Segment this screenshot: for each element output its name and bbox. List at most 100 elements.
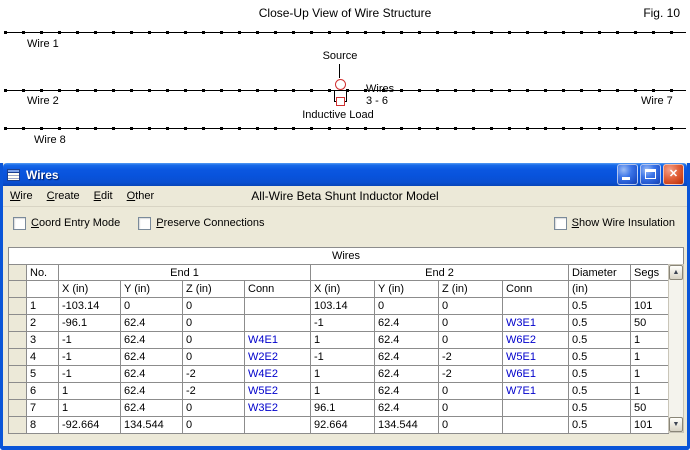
grid-cell[interactable]: 0.5 (569, 332, 631, 349)
grid-cell[interactable]: 1 (631, 332, 669, 349)
grid-cell[interactable]: 0 (183, 349, 245, 366)
grid-cell[interactable]: -96.1 (59, 315, 121, 332)
grid-cell[interactable]: 62.4 (375, 383, 439, 400)
grid-cell[interactable]: W4E2 (245, 366, 311, 383)
menu-other[interactable]: Other (120, 190, 162, 202)
grid-cell[interactable] (503, 298, 569, 315)
row-selector[interactable] (9, 383, 27, 400)
scroll-down-button[interactable]: ▼ (669, 417, 683, 432)
grid-cell[interactable]: W3E2 (245, 400, 311, 417)
grid-cell[interactable]: 2 (27, 315, 59, 332)
grid-cell[interactable] (245, 417, 311, 434)
grid-cell[interactable]: 1 (59, 400, 121, 417)
row-selector[interactable] (9, 298, 27, 315)
grid-cell[interactable]: 0.5 (569, 315, 631, 332)
grid-cell[interactable]: 101 (631, 298, 669, 315)
grid-cell[interactable]: 8 (27, 417, 59, 434)
grid-cell[interactable]: 62.4 (121, 400, 183, 417)
grid-cell[interactable]: 134.544 (375, 417, 439, 434)
grid-cell[interactable]: 0 (439, 383, 503, 400)
grid-cell[interactable] (503, 400, 569, 417)
row-selector[interactable] (9, 417, 27, 434)
grid-cell[interactable]: W5E1 (503, 349, 569, 366)
grid-cell[interactable]: -1 (311, 349, 375, 366)
grid-cell[interactable]: 1 (27, 298, 59, 315)
row-selector[interactable] (9, 332, 27, 349)
grid-cell[interactable]: W4E1 (245, 332, 311, 349)
grid-cell[interactable]: 0.5 (569, 298, 631, 315)
show-wire-insulation-checkbox[interactable]: Show Wire Insulation (554, 217, 675, 230)
grid-cell[interactable]: 0.5 (569, 366, 631, 383)
row-selector[interactable] (9, 400, 27, 417)
grid-cell[interactable]: 92.664 (311, 417, 375, 434)
grid-cell[interactable]: 1 (631, 383, 669, 400)
title-bar[interactable]: Wires ✕ (3, 163, 687, 186)
grid-cell[interactable]: 62.4 (121, 349, 183, 366)
grid-cell[interactable]: 62.4 (375, 400, 439, 417)
grid-cell[interactable]: W3E1 (503, 315, 569, 332)
grid-cell[interactable]: 0.5 (569, 383, 631, 400)
row-selector[interactable] (9, 349, 27, 366)
grid-cell[interactable]: -92.664 (59, 417, 121, 434)
grid-cell[interactable]: 1 (311, 332, 375, 349)
grid-cell[interactable]: 96.1 (311, 400, 375, 417)
grid-cell[interactable]: 0 (121, 298, 183, 315)
grid-cell[interactable]: 1 (631, 349, 669, 366)
grid-cell[interactable]: 62.4 (121, 332, 183, 349)
grid-cell[interactable]: -1 (311, 315, 375, 332)
grid-cell[interactable]: -2 (183, 383, 245, 400)
grid-cell[interactable]: -2 (183, 366, 245, 383)
grid-cell[interactable]: 7 (27, 400, 59, 417)
grid-cell[interactable]: 62.4 (375, 349, 439, 366)
grid-cell[interactable]: W5E2 (245, 383, 311, 400)
grid-cell[interactable]: -1 (59, 349, 121, 366)
grid-cell[interactable]: 0 (439, 332, 503, 349)
grid-cell[interactable]: 0.5 (569, 417, 631, 434)
grid-cell[interactable]: 0 (439, 400, 503, 417)
menu-wire[interactable]: Wire (3, 190, 40, 202)
vertical-scrollbar[interactable]: ▲ ▼ (668, 264, 684, 433)
grid-cell[interactable]: 0 (183, 332, 245, 349)
grid-cell[interactable]: 1 (311, 383, 375, 400)
grid-cell[interactable]: 0 (183, 298, 245, 315)
row-selector[interactable] (9, 315, 27, 332)
grid-cell[interactable]: 1 (631, 366, 669, 383)
grid-cell[interactable]: 62.4 (121, 383, 183, 400)
grid-cell[interactable]: W7E1 (503, 383, 569, 400)
grid-cell[interactable]: 103.14 (311, 298, 375, 315)
scrollbar-track[interactable] (669, 280, 683, 417)
grid-cell[interactable]: 6 (27, 383, 59, 400)
grid-cell[interactable]: 4 (27, 349, 59, 366)
grid-cell[interactable]: 1 (59, 383, 121, 400)
menu-create[interactable]: Create (40, 190, 87, 202)
grid-cell[interactable]: 5 (27, 366, 59, 383)
grid-cell[interactable]: -1 (59, 366, 121, 383)
grid-cell[interactable]: 0 (439, 298, 503, 315)
grid-cell[interactable]: 0 (439, 417, 503, 434)
grid-cell[interactable]: 0.5 (569, 400, 631, 417)
grid-cell[interactable]: W2E2 (245, 349, 311, 366)
grid-cell[interactable]: 1 (311, 366, 375, 383)
grid-cell[interactable]: W6E2 (503, 332, 569, 349)
grid-cell[interactable]: 0 (183, 417, 245, 434)
grid-cell[interactable]: 0 (183, 315, 245, 332)
grid-cell[interactable]: -2 (439, 366, 503, 383)
preserve-connections-checkbox[interactable]: Preserve Connections (138, 217, 264, 230)
coord-entry-mode-checkbox[interactable]: Coord Entry Mode (13, 217, 120, 230)
grid-cell[interactable] (245, 298, 311, 315)
minimize-button[interactable] (617, 164, 638, 185)
grid-cell[interactable]: 62.4 (375, 332, 439, 349)
grid-cell[interactable]: 0 (439, 315, 503, 332)
grid-cell[interactable]: 0.5 (569, 349, 631, 366)
grid-cell[interactable]: 0 (375, 298, 439, 315)
grid-cell[interactable]: -2 (439, 349, 503, 366)
grid-cell[interactable]: 50 (631, 400, 669, 417)
grid-cell[interactable]: 62.4 (121, 366, 183, 383)
grid-cell[interactable]: 0 (183, 400, 245, 417)
grid-cell[interactable]: 101 (631, 417, 669, 434)
menu-edit[interactable]: Edit (87, 190, 120, 202)
grid-cell[interactable]: -1 (59, 332, 121, 349)
grid-cell[interactable]: 3 (27, 332, 59, 349)
grid-cell[interactable]: 50 (631, 315, 669, 332)
grid-cell[interactable]: 62.4 (375, 366, 439, 383)
